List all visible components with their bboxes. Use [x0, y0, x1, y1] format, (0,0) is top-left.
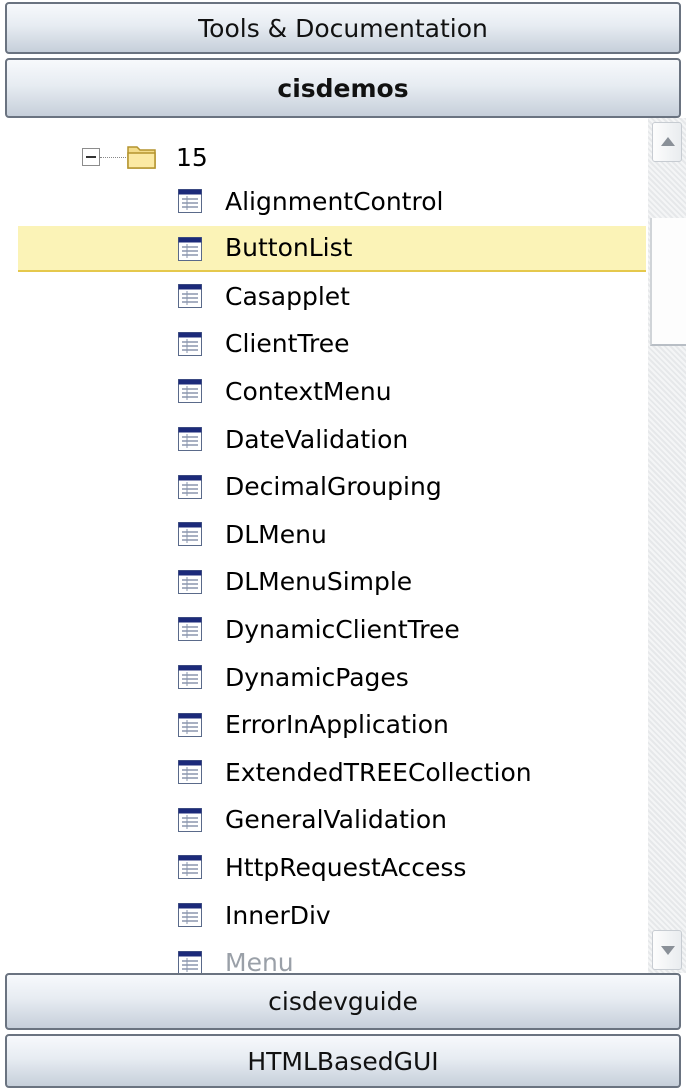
- tree-item-label: ContextMenu: [225, 376, 392, 406]
- tree-item-label: DecimalGrouping: [225, 472, 442, 502]
- accordion-header-cisdevguide-label: cisdevguide: [268, 987, 418, 1016]
- form-table-icon: [178, 712, 202, 737]
- tree-connector-line: [100, 157, 126, 159]
- tree-item[interactable]: DynamicPages: [18, 654, 646, 700]
- tree-item[interactable]: ContextMenu: [18, 368, 646, 414]
- tree-item-label: DLMenu: [225, 519, 327, 549]
- tree-item[interactable]: DynamicClientTree: [18, 606, 646, 652]
- form-table-icon: [178, 665, 202, 689]
- tree-item[interactable]: ExtendedTREECollection: [18, 749, 646, 795]
- accordion-header-tools-label: Tools & Documentation: [198, 13, 488, 43]
- tree-item[interactable]: AlignmentControl: [18, 178, 646, 224]
- form-table-icon: [178, 617, 202, 642]
- tree-item-label: DLMenuSimple: [225, 567, 413, 597]
- tree-view: 15 AlignmentControl ButtonList Casapplet Cl…: [0, 118, 648, 973]
- form-table-icon: [178, 427, 202, 451]
- tree-item[interactable]: ClientTree: [18, 321, 646, 367]
- tree-item-label: DynamicClientTree: [225, 614, 460, 644]
- form-table-icon: [178, 284, 202, 309]
- scroll-down-button[interactable]: [652, 930, 682, 970]
- accordion-header-cisdemos[interactable]: cisdemos: [5, 58, 681, 118]
- form-table-icon: [178, 236, 202, 261]
- tree-item[interactable]: DateValidation: [18, 416, 646, 462]
- tree-item-label: InnerDiv: [225, 900, 331, 930]
- tree-item-label: ClientTree: [225, 329, 350, 359]
- minus-box-icon[interactable]: [82, 148, 100, 166]
- accordion-header-htmlbasedgui[interactable]: HTMLBasedGUI: [5, 1034, 681, 1088]
- scroll-up-button[interactable]: [652, 122, 682, 162]
- tree-item[interactable]: DLMenuSimple: [18, 559, 646, 605]
- tree-item-label: ButtonList: [225, 233, 353, 263]
- tree-item-label: Casapplet: [225, 281, 350, 311]
- tree-item[interactable]: ErrorInApplication: [18, 702, 646, 748]
- arrow-down-icon: [661, 946, 675, 955]
- tree-item[interactable]: Menu: [18, 940, 646, 973]
- tree-item[interactable]: HttpRequestAccess: [18, 844, 646, 890]
- tree-item-label: ExtendedTREECollection: [225, 757, 532, 787]
- folder-open-icon: [127, 146, 156, 169]
- tree-item-label: ErrorInApplication: [225, 710, 449, 740]
- tree-item-label: AlignmentControl: [225, 186, 444, 216]
- arrow-up-icon: [661, 137, 675, 146]
- form-table-icon: [178, 569, 202, 594]
- tree-item[interactable]: GeneralValidation: [18, 797, 646, 843]
- scrollbar-thumb[interactable]: [650, 218, 686, 346]
- vertical-scrollbar[interactable]: [648, 118, 686, 973]
- tree-item[interactable]: DecimalGrouping: [18, 464, 646, 510]
- tree-item-label: GeneralValidation: [225, 805, 447, 835]
- tree-item[interactable]: Casapplet: [18, 273, 646, 319]
- accordion-header-tools[interactable]: Tools & Documentation: [5, 2, 681, 54]
- accordion-header-htmlbasedgui-label: HTMLBasedGUI: [247, 1046, 439, 1076]
- tree-item-label: DateValidation: [225, 424, 409, 454]
- accordion-header-cisdevguide[interactable]: cisdevguide: [5, 973, 681, 1030]
- tree-item[interactable]: InnerDiv: [18, 892, 646, 938]
- form-table-icon: [178, 903, 202, 927]
- form-table-icon: [178, 855, 202, 880]
- form-table-icon: [178, 474, 202, 499]
- tree-folder-15[interactable]: 15: [18, 134, 646, 180]
- form-table-icon: [178, 760, 202, 785]
- tree-item[interactable]: ButtonList: [18, 225, 646, 272]
- form-table-icon: [178, 950, 202, 973]
- form-table-icon: [178, 331, 202, 356]
- tree-item-label: DynamicPages: [225, 662, 409, 692]
- tree-folder-label: 15: [176, 142, 208, 172]
- form-table-icon: [178, 189, 202, 213]
- tree-item-label: HttpRequestAccess: [225, 852, 467, 882]
- form-table-icon: [178, 807, 202, 832]
- accordion-header-cisdemos-label: cisdemos: [277, 73, 409, 103]
- tree-item[interactable]: DLMenu: [18, 511, 646, 557]
- form-table-icon: [178, 522, 202, 547]
- form-table-icon: [178, 379, 202, 404]
- tree-item-label: Menu: [225, 948, 294, 973]
